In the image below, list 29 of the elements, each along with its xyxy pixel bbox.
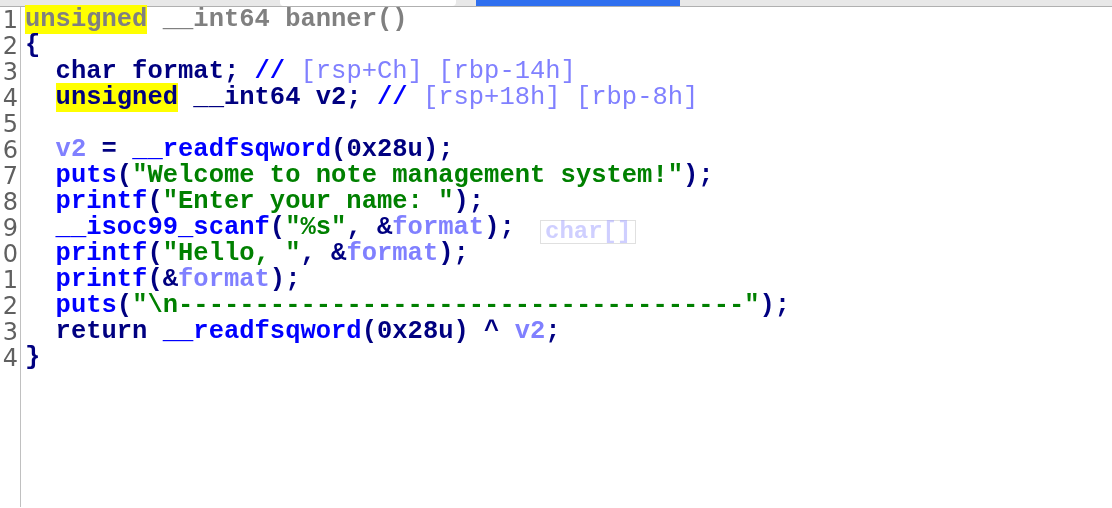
line-number: 4 bbox=[2, 85, 18, 111]
code-line: v2 = __readfsqword(0x28u); bbox=[54, 137, 454, 163]
line-number: 2 bbox=[2, 33, 18, 59]
line-number: 1 bbox=[2, 7, 18, 33]
line-number: 3 bbox=[2, 319, 18, 345]
line-number: 9 bbox=[2, 215, 18, 241]
line-number: 3 bbox=[2, 59, 18, 85]
line-number: 1 bbox=[2, 267, 18, 293]
code-line: __isoc99_scanf("%s", &format); bbox=[54, 215, 515, 241]
tab[interactable] bbox=[280, 0, 456, 6]
code-line: } bbox=[25, 345, 41, 371]
line-number: 5 bbox=[2, 111, 18, 137]
line-number: 7 bbox=[2, 163, 18, 189]
code-line: { bbox=[25, 33, 41, 59]
tab[interactable] bbox=[476, 0, 680, 6]
line-number: 4 bbox=[2, 345, 18, 371]
code-line: puts("\n-------------------------------------"); bbox=[54, 293, 791, 319]
code-line: unsigned __int64 banner() bbox=[25, 7, 408, 33]
code-line: char format; // [rsp+Ch] [rbp-14h] bbox=[54, 59, 576, 85]
code-line: printf("Enter your name: "); bbox=[54, 189, 485, 215]
line-number: 6 bbox=[2, 137, 18, 163]
code-line: return __readfsqword(0x28u) ^ v2; bbox=[54, 319, 561, 345]
code-line: puts("Welcome to note management system!"); bbox=[54, 163, 714, 189]
code-line: printf("Hello, ", &format); bbox=[54, 241, 469, 267]
line-number: 2 bbox=[2, 293, 18, 319]
code-line: unsigned __int64 v2; // [rsp+18h] [rbp-8h] bbox=[54, 85, 699, 111]
line-number: 0 bbox=[2, 241, 18, 267]
line-number: 8 bbox=[2, 189, 18, 215]
code-line: printf(&format); bbox=[54, 267, 301, 293]
